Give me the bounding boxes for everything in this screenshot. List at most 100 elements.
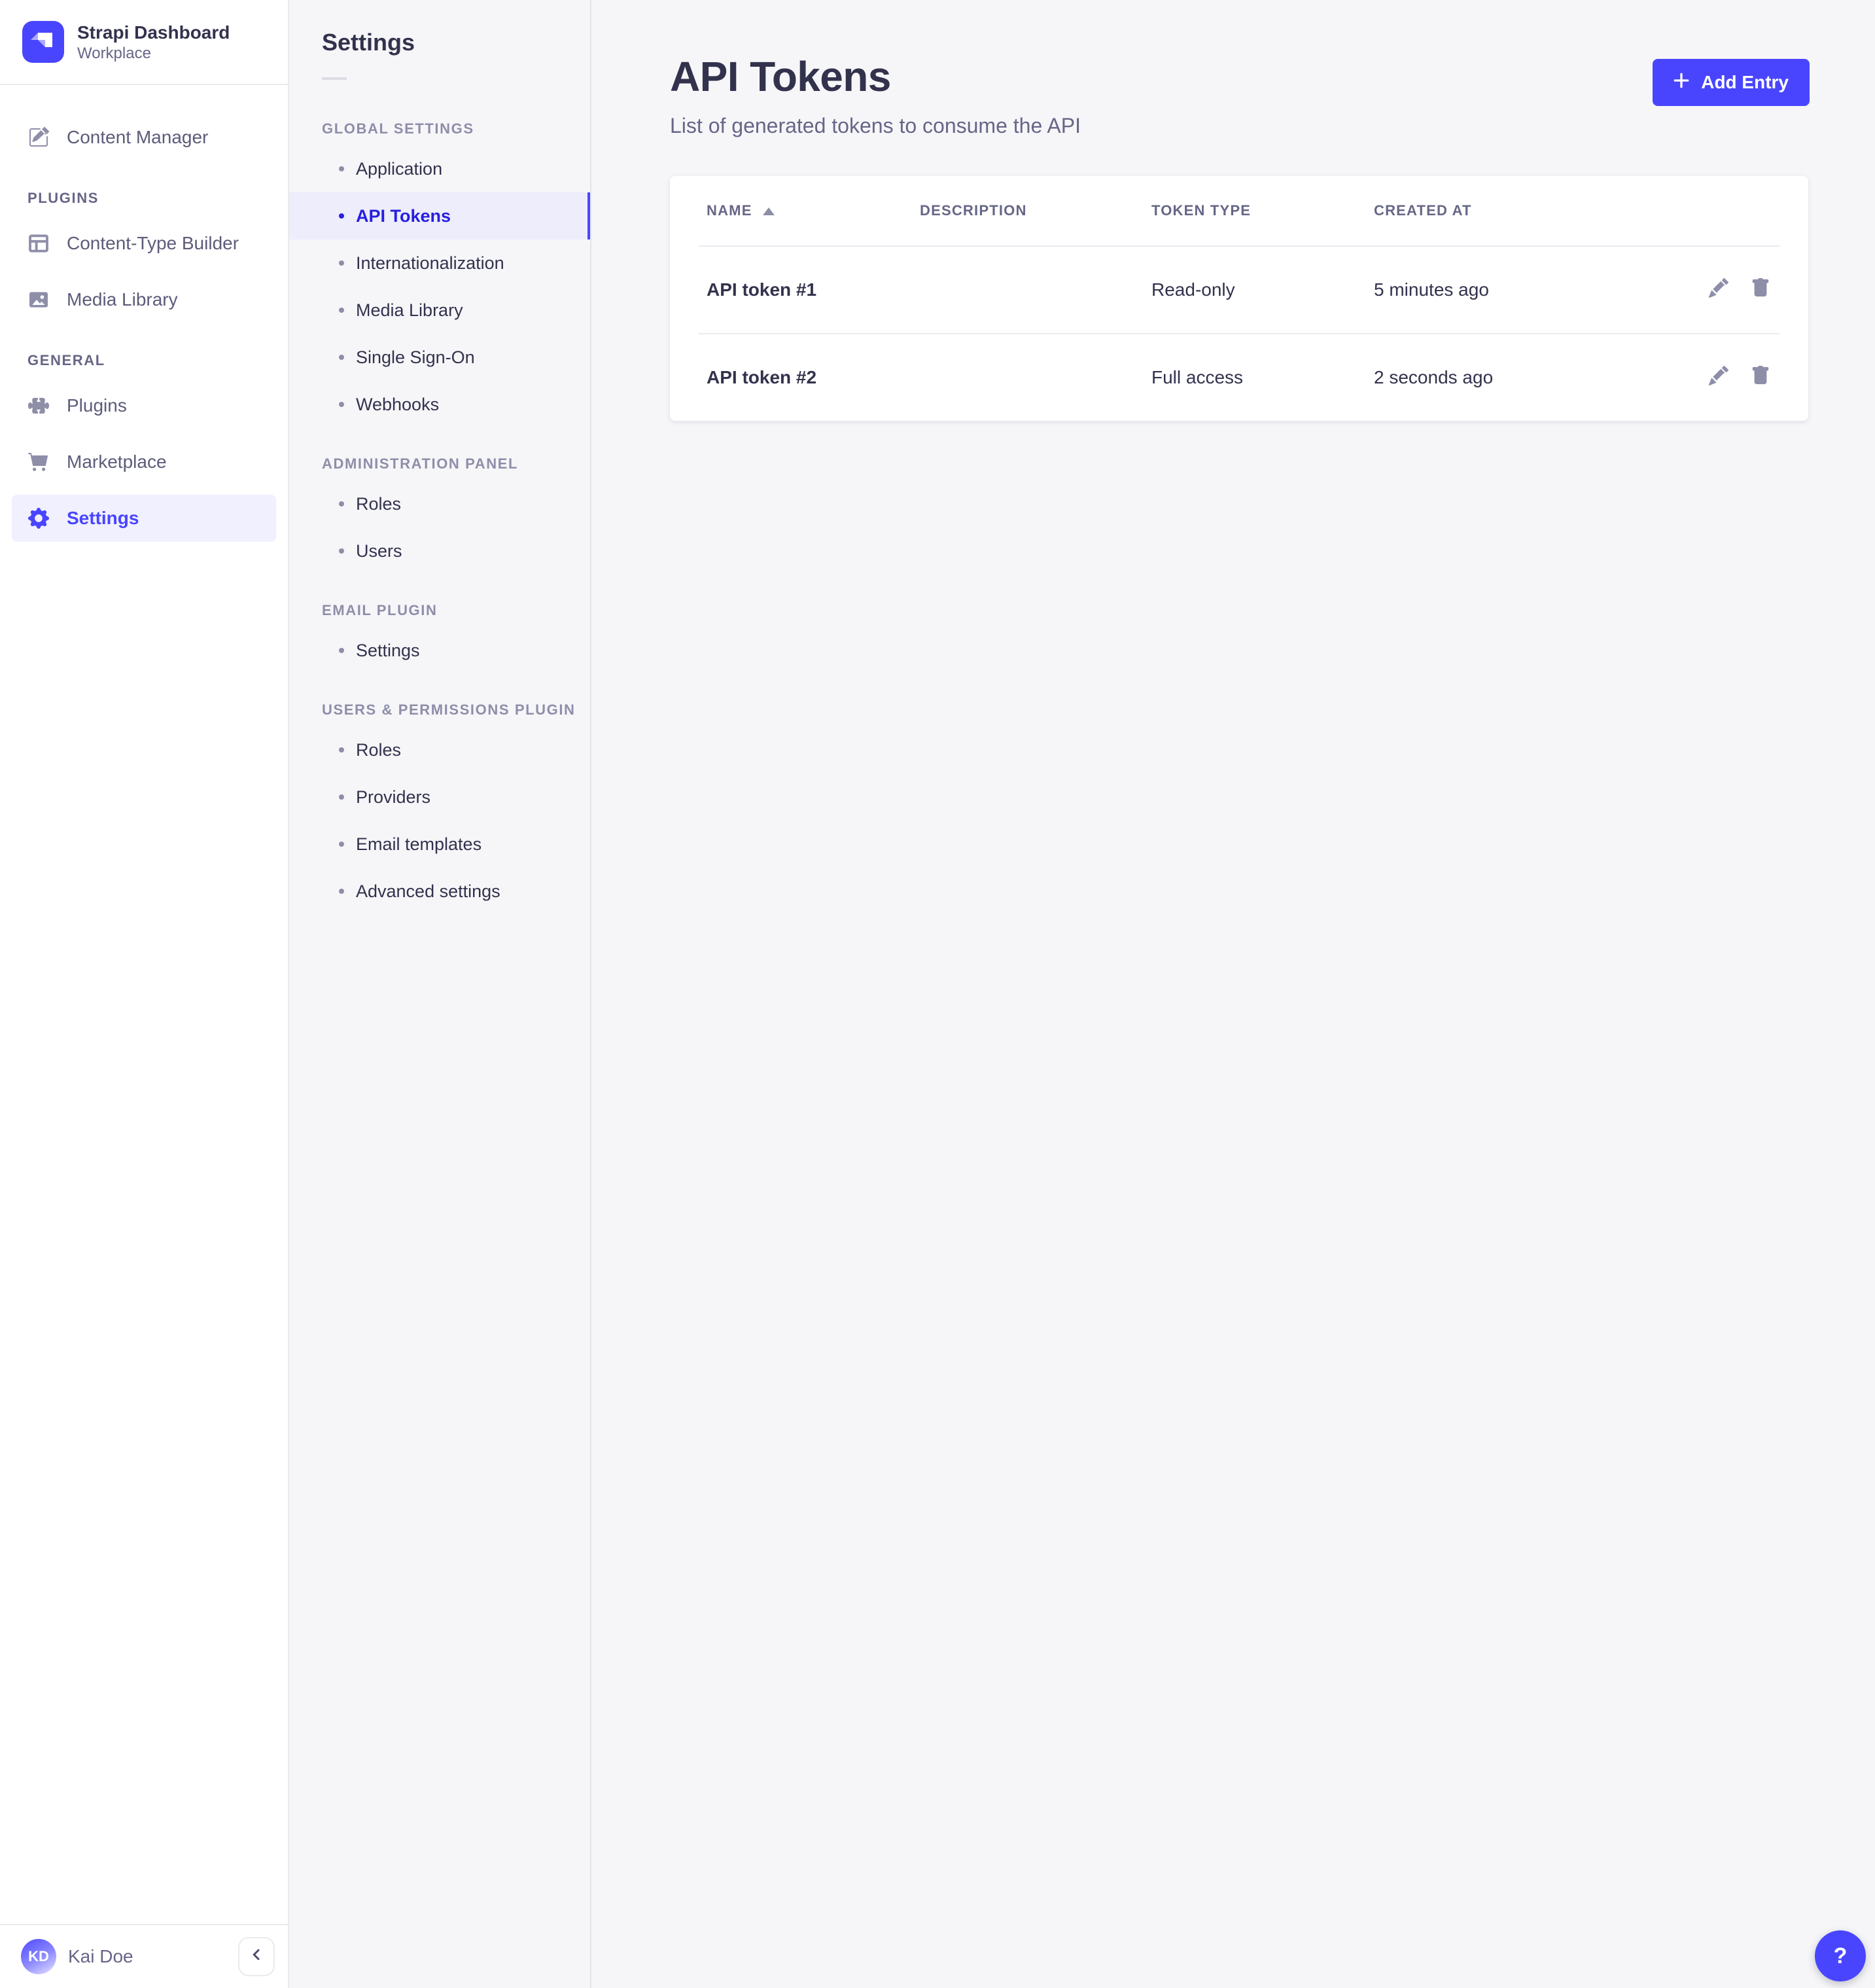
- cell-name: API token #1: [707, 279, 920, 300]
- plus-icon: [1673, 72, 1689, 93]
- bullet-icon: [339, 548, 344, 554]
- subnav-item-internationalization[interactable]: Internationalization: [289, 240, 590, 287]
- subnav-item-email-settings[interactable]: Settings: [289, 627, 590, 674]
- bullet-icon: [339, 794, 344, 800]
- main-nav-list: Content Manager PLUGINS Content-Type Bui…: [0, 85, 288, 1924]
- delete-button[interactable]: [1749, 279, 1772, 301]
- table-row[interactable]: API token #2 Full access 2 seconds ago: [670, 334, 1808, 421]
- edit-button[interactable]: [1708, 366, 1730, 389]
- subnav-title: Settings: [289, 0, 590, 56]
- strapi-dashboard-app: Strapi Dashboard Workplace Content Manag…: [0, 0, 1875, 1988]
- brand-subtitle: Workplace: [77, 44, 230, 63]
- bullet-icon: [339, 648, 344, 653]
- title-group: API Tokens List of generated tokens to c…: [670, 52, 1081, 138]
- delete-icon: [1751, 366, 1770, 390]
- subnav-item-application[interactable]: Application: [289, 145, 590, 192]
- help-button[interactable]: ?: [1815, 1930, 1866, 1981]
- subnav-item-label: Roles: [356, 740, 401, 760]
- table-header-row: NAME DESCRIPTION TOKEN TYPE CREATED AT: [670, 176, 1808, 245]
- edit-icon: [1709, 366, 1728, 390]
- add-entry-button[interactable]: Add Entry: [1653, 59, 1810, 106]
- nav-item-label: Plugins: [67, 395, 127, 416]
- user-name[interactable]: Kai Doe: [68, 1946, 226, 1967]
- avatar[interactable]: KD: [21, 1939, 56, 1974]
- subnav-divider: [322, 77, 347, 80]
- cell-name: API token #2: [707, 367, 920, 388]
- column-header-token-type: TOKEN TYPE: [1151, 202, 1374, 219]
- puzzle-icon: [27, 395, 50, 417]
- nav-item-content-manager[interactable]: Content Manager: [12, 114, 276, 161]
- bullet-icon: [339, 889, 344, 894]
- subnav-item-label: Single Sign-On: [356, 347, 475, 368]
- api-tokens-table: NAME DESCRIPTION TOKEN TYPE CREATED AT A…: [670, 176, 1808, 421]
- column-header-name[interactable]: NAME: [707, 202, 920, 219]
- cell-created-at: 2 seconds ago: [1374, 367, 1675, 388]
- nav-item-label: Media Library: [67, 289, 178, 310]
- bullet-icon: [339, 402, 344, 407]
- subnav-item-label: Advanced settings: [356, 881, 500, 902]
- subnav-item-label: Internationalization: [356, 253, 504, 274]
- nav-item-settings[interactable]: Settings: [12, 495, 276, 542]
- question-mark-icon: ?: [1834, 1944, 1848, 1969]
- main-content: API Tokens List of generated tokens to c…: [591, 0, 1875, 1988]
- sort-asc-icon: [763, 202, 775, 219]
- bullet-icon: [339, 308, 344, 313]
- subnav-section-email-plugin: EMAIL PLUGIN: [289, 602, 590, 619]
- nav-section-plugins: PLUGINS: [12, 190, 276, 207]
- image-icon: [27, 289, 50, 311]
- nav-item-media-library[interactable]: Media Library: [12, 276, 276, 323]
- collapse-sidebar-button[interactable]: [238, 1937, 275, 1976]
- page-subtitle: List of generated tokens to consume the …: [670, 114, 1081, 138]
- nav-item-marketplace[interactable]: Marketplace: [12, 438, 276, 486]
- chevron-left-icon: [249, 1947, 264, 1967]
- row-actions: [1675, 279, 1772, 301]
- delete-button[interactable]: [1749, 366, 1772, 389]
- subnav-section-global-settings: GLOBAL SETTINGS: [289, 120, 590, 137]
- subnav-item-label: API Tokens: [356, 206, 451, 226]
- subnav-item-label: Settings: [356, 641, 420, 661]
- nav-item-label: Content Manager: [67, 127, 208, 148]
- subnav-item-admin-users[interactable]: Users: [289, 527, 590, 575]
- subnav-item-api-tokens[interactable]: API Tokens: [289, 192, 590, 240]
- column-header-label: NAME: [707, 202, 752, 219]
- layout-icon: [27, 232, 50, 255]
- bullet-icon: [339, 213, 344, 219]
- cart-icon: [27, 451, 50, 473]
- bullet-icon: [339, 501, 344, 506]
- subnav-item-email-templates[interactable]: Email templates: [289, 821, 590, 868]
- subnav-item-label: Roles: [356, 494, 401, 514]
- subnav-item-webhooks[interactable]: Webhooks: [289, 381, 590, 428]
- subnav-item-up-roles[interactable]: Roles: [289, 726, 590, 773]
- subnav-item-advanced-settings[interactable]: Advanced settings: [289, 868, 590, 915]
- cell-token-type: Full access: [1151, 367, 1374, 388]
- subnav-item-label: Webhooks: [356, 395, 439, 415]
- subnav-item-admin-roles[interactable]: Roles: [289, 480, 590, 527]
- bullet-icon: [339, 260, 344, 266]
- subnav-item-single-sign-on[interactable]: Single Sign-On: [289, 334, 590, 381]
- nav-item-plugins[interactable]: Plugins: [12, 382, 276, 429]
- nav-item-content-type-builder[interactable]: Content-Type Builder: [12, 220, 276, 267]
- cell-token-type: Read-only: [1151, 279, 1374, 300]
- subnav-item-label: Email templates: [356, 834, 482, 855]
- row-actions: [1675, 366, 1772, 389]
- strapi-logo-icon: [22, 21, 64, 63]
- subnav-section-users-permissions-plugin: USERS & PERMISSIONS PLUGIN: [289, 701, 590, 719]
- column-header-description: DESCRIPTION: [920, 202, 1151, 219]
- add-entry-label: Add Entry: [1701, 72, 1789, 93]
- delete-icon: [1751, 278, 1770, 302]
- workspace-brand[interactable]: Strapi Dashboard Workplace: [0, 0, 288, 85]
- subnav-item-media-library[interactable]: Media Library: [289, 287, 590, 334]
- subnav-section-administration-panel: ADMINISTRATION PANEL: [289, 455, 590, 472]
- main-navigation: Strapi Dashboard Workplace Content Manag…: [0, 0, 289, 1988]
- pencil-square-icon: [27, 126, 50, 149]
- table-row[interactable]: API token #1 Read-only 5 minutes ago: [670, 247, 1808, 333]
- page-header: API Tokens List of generated tokens to c…: [591, 0, 1875, 138]
- bullet-icon: [339, 166, 344, 171]
- bullet-icon: [339, 747, 344, 753]
- subnav-item-label: Application: [356, 159, 442, 179]
- edit-button[interactable]: [1708, 279, 1730, 301]
- subnav-item-label: Providers: [356, 787, 430, 808]
- nav-item-label: Content-Type Builder: [67, 233, 239, 254]
- bullet-icon: [339, 355, 344, 360]
- subnav-item-providers[interactable]: Providers: [289, 773, 590, 821]
